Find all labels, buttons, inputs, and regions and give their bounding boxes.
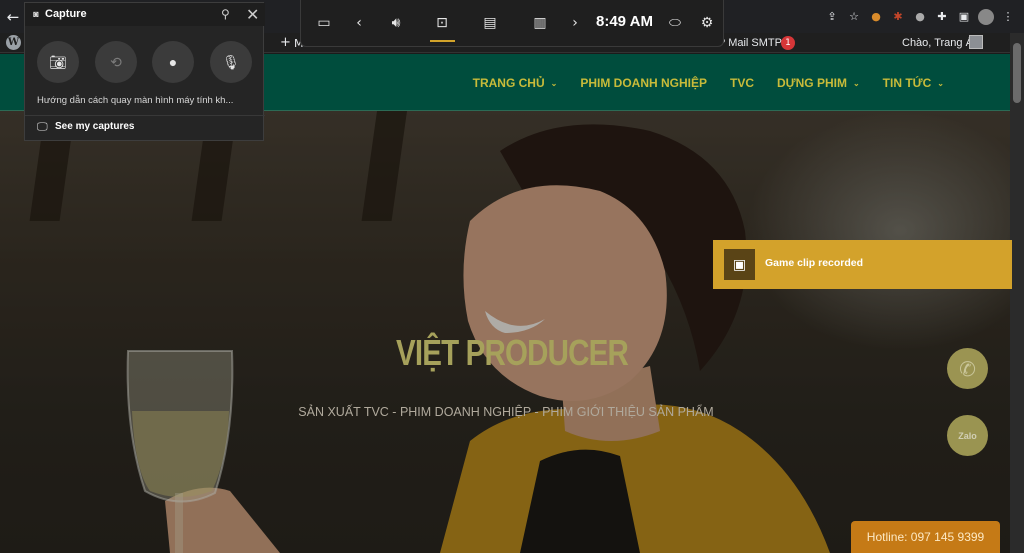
hotline-button[interactable]: Hotline: 097 145 9399 (851, 521, 1000, 553)
performance-icon[interactable]: ▤ (477, 0, 503, 45)
back-arrow-icon[interactable]: ← (4, 8, 22, 26)
capture-target-description: Hướng dẫn cách quay màn hình máy tính kh… (37, 95, 234, 106)
avatar[interactable] (969, 35, 983, 49)
pin-icon[interactable]: ⚲ (221, 7, 230, 21)
profile-avatar[interactable] (978, 9, 994, 25)
page-scrollbar[interactable] (1010, 33, 1024, 553)
nav-label: TIN TỨC (882, 76, 932, 90)
hero-banner: VIỆT PRODUCER SẢN XUẤT TVC - PHIM DOANH … (0, 111, 1010, 553)
nav-label: PHIM DOANH NGHIỆP (580, 76, 707, 90)
add-new-icon[interactable]: + (280, 35, 291, 50)
mic-off-icon: 🎙︎ (222, 53, 240, 70)
ceiling-beam (361, 111, 409, 221)
record-last-icon: ⟲ (110, 53, 122, 70)
user-greeting[interactable]: Chào, Trang Ái (902, 37, 975, 49)
nav-label: TVC (730, 76, 754, 90)
divider (25, 115, 265, 116)
mouse-icon[interactable]: ⬭ (665, 0, 685, 45)
phone-icon[interactable]: ✆ (947, 348, 988, 389)
nav-item-home[interactable]: TRANG CHỦ ⌄ (473, 76, 558, 90)
gallery-icon: 🖵︎ (37, 121, 48, 133)
record-button[interactable]: ● (152, 41, 194, 83)
extension-icon[interactable]: ✚ (934, 9, 950, 25)
browser-menu-icon[interactable]: ⋮ (1000, 9, 1016, 25)
extension-grey-icon[interactable]: ● (912, 9, 928, 25)
nav-label: DỰNG PHIM (777, 76, 847, 90)
camera-icon: 📷︎ (49, 53, 67, 70)
zalo-label: Zalo (958, 430, 977, 441)
toast-message: Game clip recorded (765, 257, 864, 269)
capture-widget-header[interactable]: ◙ Capture ⚲ ✕ (25, 3, 265, 26)
gamebar-clock: 8:49 AM (596, 13, 653, 30)
record-last-button[interactable]: ⟲ (95, 41, 137, 83)
settings-icon[interactable]: ⚙ (695, 0, 719, 45)
chevron-down-icon: ⌄ (852, 78, 860, 88)
close-icon[interactable]: ✕ (246, 5, 259, 25)
capture-widget-icon: ◙ (33, 9, 39, 19)
smtp-notification-badge: 1 (781, 36, 795, 50)
game-clip-toast[interactable]: ▣ Game clip recorded (713, 240, 1012, 289)
nav-item-news[interactable]: TIN TỨC ⌄ (883, 76, 944, 90)
gamebar-clip-icon: ▣ (724, 249, 755, 280)
share-icon[interactable]: ⇪ (824, 9, 840, 25)
hero-subtitle: SẢN XUẤT TVC - PHIM DOANH NGHIỆP - PHIM … (298, 405, 714, 419)
sidebar-icon[interactable]: ▣ (956, 9, 972, 25)
main-nav: TRANG CHỦ ⌄ PHIM DOANH NGHIỆP TVC DỰNG P… (473, 76, 944, 90)
mic-toggle-button[interactable]: 🎙︎ (210, 41, 252, 83)
chevron-left-icon[interactable]: ‹ (351, 0, 367, 45)
record-icon: ● (168, 54, 178, 70)
capture-widget-title: Capture (45, 8, 87, 20)
extension-orange-icon[interactable]: ● (868, 9, 884, 25)
capture-widget: ◙ Capture ⚲ ✕ 📷︎ ⟲ ● 🎙︎ Hướng dẫn cách q… (24, 2, 265, 141)
widget-menu-icon[interactable]: ▭ (311, 0, 337, 45)
smtp-menu-label[interactable]: P Mail SMTP (718, 37, 782, 49)
scrollbar-thumb[interactable] (1013, 43, 1021, 103)
wordpress-icon[interactable]: W (6, 35, 21, 50)
nav-item-tvc[interactable]: TVC (730, 76, 754, 90)
extension-red-icon[interactable]: ✱ (890, 9, 906, 25)
active-widget-indicator (430, 40, 455, 42)
nav-item-corporate-film[interactable]: PHIM DOANH NGHIỆP (580, 76, 707, 90)
xbox-game-bar: ▭ ‹ 🔊︎ ⊡ ▤ ▥ › ⬭ ⚙ (300, 0, 724, 47)
zalo-button[interactable]: Zalo (947, 415, 988, 456)
chevron-right-icon[interactable]: › (567, 0, 583, 45)
resources-icon[interactable]: ▥ (527, 0, 553, 45)
nav-label: TRANG CHỦ (472, 76, 545, 90)
nav-item-editing[interactable]: DỰNG PHIM ⌄ (777, 76, 860, 90)
browser-toolbar-icons: ⇪ ☆ ● ✱ ● ✚ ▣ ⋮ (824, 6, 1016, 28)
see-captures-link[interactable]: See my captures (55, 121, 135, 132)
chevron-down-icon: ⌄ (937, 78, 944, 88)
chevron-down-icon: ⌄ (550, 78, 558, 88)
capture-icon[interactable]: ⊡ (429, 0, 455, 45)
hero-title: VIỆT PRODUCER (395, 332, 629, 373)
screenshot-button[interactable]: 📷︎ (37, 41, 79, 83)
audio-icon[interactable]: 🔊︎ (383, 0, 409, 45)
star-icon[interactable]: ☆ (846, 9, 862, 25)
